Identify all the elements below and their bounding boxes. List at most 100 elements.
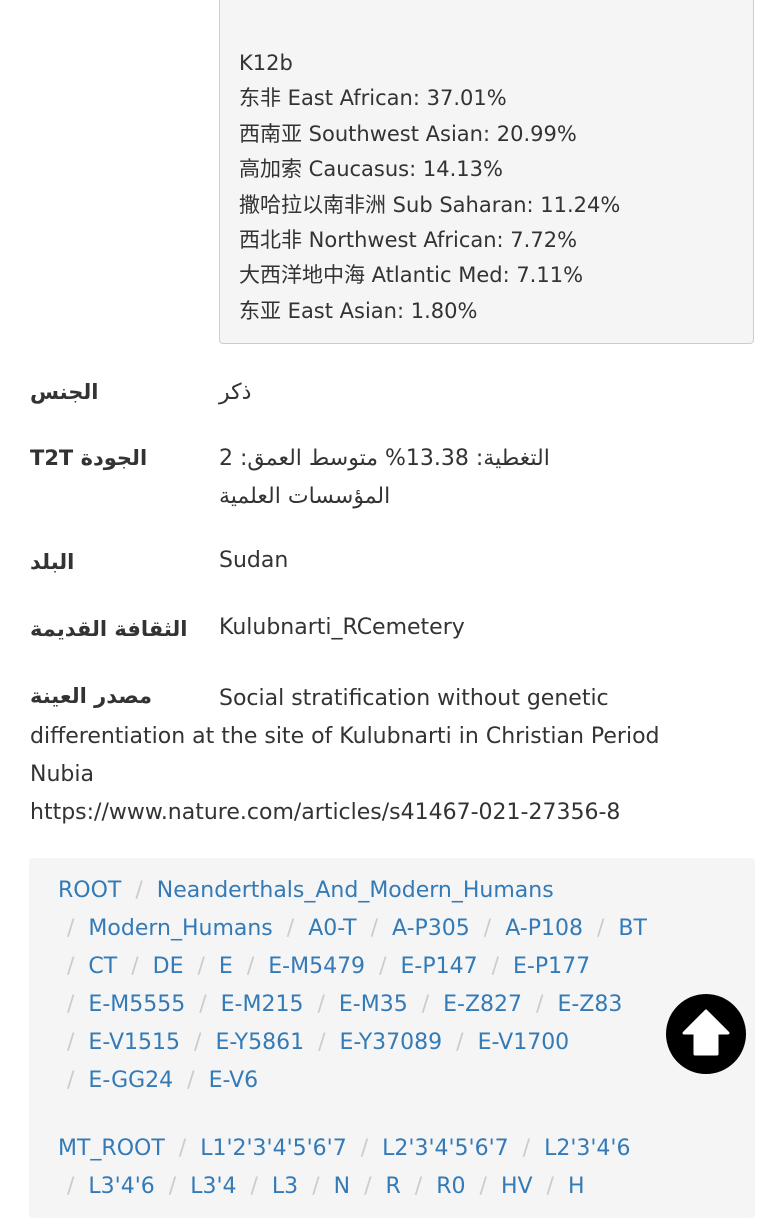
culture-label: الثقافة القديمة <box>30 617 188 641</box>
breadcrumb-separator: / <box>364 1174 372 1199</box>
haplogroup-link[interactable]: HV <box>501 1174 533 1199</box>
arrow-up-circle-icon <box>682 1009 730 1056</box>
haplogroup-breadcrumb-panel: ROOT / Neanderthals_And_Modern_Humans / Mode… <box>29 858 755 1218</box>
breadcrumb-separator: / <box>246 954 255 979</box>
k12b-line: 西北非 Northwest African: 7.72% <box>239 228 578 253</box>
haplogroup-link[interactable]: H <box>568 1174 585 1199</box>
breadcrumb-row: / E-V1515 / E-Y5861 / E-Y37089 / E-V1700 <box>67 1030 569 1055</box>
k12b-line: 大西洋地中海 Atlantic Med: 7.11% <box>239 263 584 288</box>
haplogroup-link[interactable]: N <box>334 1174 350 1199</box>
breadcrumb-row: / L3'4'6 / L3'4 / L3 / N / R / R0 / HV / H <box>67 1174 585 1199</box>
breadcrumb-separator: / <box>456 1030 464 1055</box>
haplogroup-link[interactable]: CT <box>88 954 117 979</box>
breadcrumb-separator: / <box>199 992 207 1017</box>
breadcrumb-separator: / <box>479 1174 487 1199</box>
haplogroup-link[interactable]: BT <box>618 916 647 941</box>
k12b-line: 东亚 East Asian: 1.80% <box>239 298 478 323</box>
haplogroup-link[interactable]: L3'4'6 <box>88 1174 154 1199</box>
k12b-result-box: K12b 东非 East African: 37.01% 西南亚 Southwe… <box>219 0 754 344</box>
breadcrumb-separator: / <box>67 916 75 941</box>
breadcrumb-row: ROOT / Neanderthals_And_Modern_Humans <box>58 878 554 903</box>
haplogroup-link[interactable]: E-Z83 <box>557 992 622 1017</box>
country-label: البلد <box>30 550 75 574</box>
breadcrumb-separator: / <box>67 1068 75 1093</box>
breadcrumb-separator: / <box>483 916 492 941</box>
source-text: Social stratification without genetic di… <box>30 680 730 832</box>
haplogroup-link[interactable]: DE <box>153 954 184 979</box>
breadcrumb-separator: / <box>197 954 205 979</box>
breadcrumb-separator: / <box>522 1136 531 1161</box>
quality-coverage: التغطية: 13.38% متوسط العمق: 2 <box>219 446 550 471</box>
breadcrumb-separator: / <box>312 1174 320 1199</box>
breadcrumb-separator: / <box>67 992 75 1017</box>
haplogroup-link[interactable]: A-P305 <box>392 916 470 941</box>
breadcrumb-row: / E-M5555 / E-M215 / E-M35 / E-Z827 / E-Z83 <box>67 992 622 1017</box>
breadcrumb-separator: / <box>360 1136 369 1161</box>
gender-label: الجنس <box>30 380 99 404</box>
haplogroup-link[interactable]: R0 <box>436 1174 465 1199</box>
breadcrumb-separator: / <box>286 916 295 941</box>
haplogroup-link[interactable]: E-V1515 <box>88 1030 180 1055</box>
breadcrumb-row: / Modern_Humans / A0-T / A-P305 / A-P108 / BT <box>67 916 647 941</box>
breadcrumb-separator: / <box>370 916 379 941</box>
haplogroup-link[interactable]: L2'3'4'6 <box>544 1136 630 1161</box>
haplogroup-link[interactable]: E-V6 <box>209 1068 259 1093</box>
breadcrumb-separator: / <box>67 1174 75 1199</box>
country-value: Sudan <box>219 548 289 573</box>
haplogroup-link[interactable]: E-Y5861 <box>215 1030 304 1055</box>
haplogroup-link[interactable]: E-GG24 <box>88 1068 173 1093</box>
haplogroup-link[interactable]: E-M35 <box>339 992 408 1017</box>
breadcrumb-separator: / <box>135 878 143 903</box>
gender-value: ذكر <box>219 380 252 405</box>
k12b-lines: K12b 东非 East African: 37.01% 西南亚 Southwe… <box>239 46 620 329</box>
haplogroup-link[interactable]: L3'4 <box>190 1174 236 1199</box>
haplogroup-link[interactable]: E-Z827 <box>443 992 522 1017</box>
breadcrumb-separator: / <box>379 954 387 979</box>
haplogroup-link[interactable]: L1'2'3'4'5'6'7 <box>200 1136 347 1161</box>
haplogroup-link[interactable]: E-M215 <box>221 992 304 1017</box>
haplogroup-link[interactable]: L3 <box>272 1174 298 1199</box>
k12b-line: 撒哈拉以南非洲 Sub Saharan: 11.24% <box>239 192 621 217</box>
breadcrumb-row: / E-GG24 / E-V6 <box>67 1068 258 1093</box>
breadcrumb-separator: / <box>596 916 605 941</box>
k12b-line: 高加索 Caucasus: 14.13% <box>239 157 503 182</box>
quality-label: T2T الجودة <box>30 446 148 470</box>
source-citation: Social stratification without genetic di… <box>30 686 660 787</box>
breadcrumb-separator: / <box>546 1174 554 1199</box>
k12b-line: 西南亚 Southwest Asian: 20.99% <box>239 121 577 146</box>
haplogroup-link[interactable]: E-P177 <box>513 954 590 979</box>
haplogroup-link[interactable]: A-P108 <box>505 916 583 941</box>
haplogroup-link[interactable]: E <box>219 954 233 979</box>
breadcrumb-separator: / <box>178 1136 187 1161</box>
haplogroup-link[interactable]: E-M5555 <box>88 992 185 1017</box>
breadcrumb-separator: / <box>250 1174 258 1199</box>
breadcrumb-separator: / <box>317 992 325 1017</box>
culture-value: Kulubnarti_RCemetery <box>219 615 465 640</box>
haplogroup-link[interactable]: Modern_Humans <box>88 916 272 941</box>
breadcrumb-row: MT_ROOT / L1'2'3'4'5'6'7 / L2'3'4'5'6'7 / L2'3… <box>58 1136 630 1161</box>
breadcrumb-separator: / <box>67 954 75 979</box>
k12b-line: 东非 East African: 37.01% <box>239 86 507 111</box>
haplogroup-link[interactable]: R <box>386 1174 401 1199</box>
haplogroup-link[interactable]: Neanderthals_And_Modern_Humans <box>157 878 554 903</box>
haplogroup-link[interactable]: E-Y37089 <box>340 1030 443 1055</box>
haplogroup-link[interactable]: L2'3'4'5'6'7 <box>382 1136 508 1161</box>
k12b-title: K12b <box>239 51 293 75</box>
breadcrumb-row: / CT / DE / E / E-M5479 / E-P147 / E-P177 <box>67 954 590 979</box>
haplogroup-link[interactable]: E-P147 <box>400 954 477 979</box>
source-url[interactable]: https://www.nature.com/articles/s41467-0… <box>30 794 620 832</box>
quality-institutions: المؤسسات العلمية <box>219 484 391 509</box>
breadcrumb-separator: / <box>491 954 500 979</box>
breadcrumb-separator: / <box>187 1068 195 1093</box>
haplogroup-link[interactable]: E-V1700 <box>478 1030 570 1055</box>
haplogroup-link[interactable]: A0-T <box>308 916 356 941</box>
breadcrumb-separator: / <box>67 1030 75 1055</box>
breadcrumb-separator: / <box>168 1174 177 1199</box>
breadcrumb-separator: / <box>414 1174 423 1199</box>
breadcrumb-separator: / <box>318 1030 326 1055</box>
haplogroup-link[interactable]: E-M5479 <box>268 954 365 979</box>
haplogroup-link[interactable]: MT_ROOT <box>58 1136 165 1161</box>
haplogroup-link[interactable]: ROOT <box>58 878 121 903</box>
scroll-to-top-button[interactable] <box>666 994 746 1074</box>
breadcrumb-separator: / <box>131 954 139 979</box>
